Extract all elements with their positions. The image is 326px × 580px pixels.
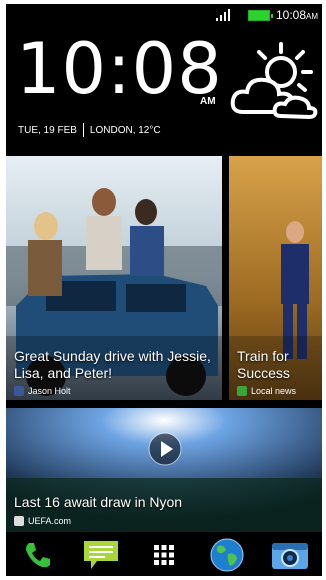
status-bar: 10:08AM: [6, 4, 322, 26]
home-screen: 10:08AM 10:08 AM TUE, 19 FEB LONDON, 12°…: [6, 4, 322, 576]
divider: [82, 123, 84, 137]
card-source: UEFA.com: [14, 516, 71, 526]
signal-icon: [216, 9, 230, 21]
dock-phone[interactable]: [16, 537, 60, 573]
card-title: Great Sunday drive with Jessie, Lisa, an…: [14, 348, 211, 381]
source-label: UEFA.com: [28, 516, 72, 526]
date-location-row: TUE, 19 FEB LONDON, 12°C: [18, 122, 161, 138]
battery-icon: [248, 10, 273, 21]
card-photo-stadium: [6, 408, 322, 532]
source-label: Jason Holt: [28, 386, 71, 396]
facebook-icon: [14, 386, 24, 396]
card-title: Last 16 await draw in Nyon: [14, 494, 183, 510]
uefa-icon: [14, 516, 24, 526]
dock-browser[interactable]: [205, 537, 249, 573]
play-icon[interactable]: [148, 432, 182, 466]
status-time: 10:08AM: [275, 8, 318, 22]
date-label: TUE, 19 FEB: [18, 124, 77, 136]
app-dock: [6, 534, 322, 576]
weather-partly-cloudy-icon[interactable]: [229, 40, 319, 120]
dock-apps[interactable]: [142, 537, 186, 573]
clock-time[interactable]: 10:08: [16, 34, 223, 104]
browser-globe-icon: [210, 538, 244, 572]
news-card-train[interactable]: Train for Success Local news: [229, 156, 322, 400]
app-grid-icon: [153, 545, 174, 565]
messages-icon: [83, 541, 118, 569]
camera-icon: [272, 543, 309, 569]
clock-ampm: AM: [200, 96, 216, 107]
dock-messages[interactable]: [79, 537, 123, 573]
source-label: Local news: [251, 386, 297, 396]
local-news-icon: [237, 386, 247, 396]
card-title: Train for Success: [237, 348, 290, 381]
news-card-drive[interactable]: Great Sunday drive with Jessie, Lisa, an…: [6, 156, 222, 400]
news-card-uefa[interactable]: Last 16 await draw in Nyon UEFA.com: [6, 408, 322, 532]
card-source: Jason Holt: [14, 386, 71, 396]
location-temp: LONDON, 12°C: [89, 124, 161, 136]
phone-icon: [25, 543, 50, 568]
card-source: Local news: [237, 386, 296, 396]
dock-camera[interactable]: [268, 537, 312, 573]
